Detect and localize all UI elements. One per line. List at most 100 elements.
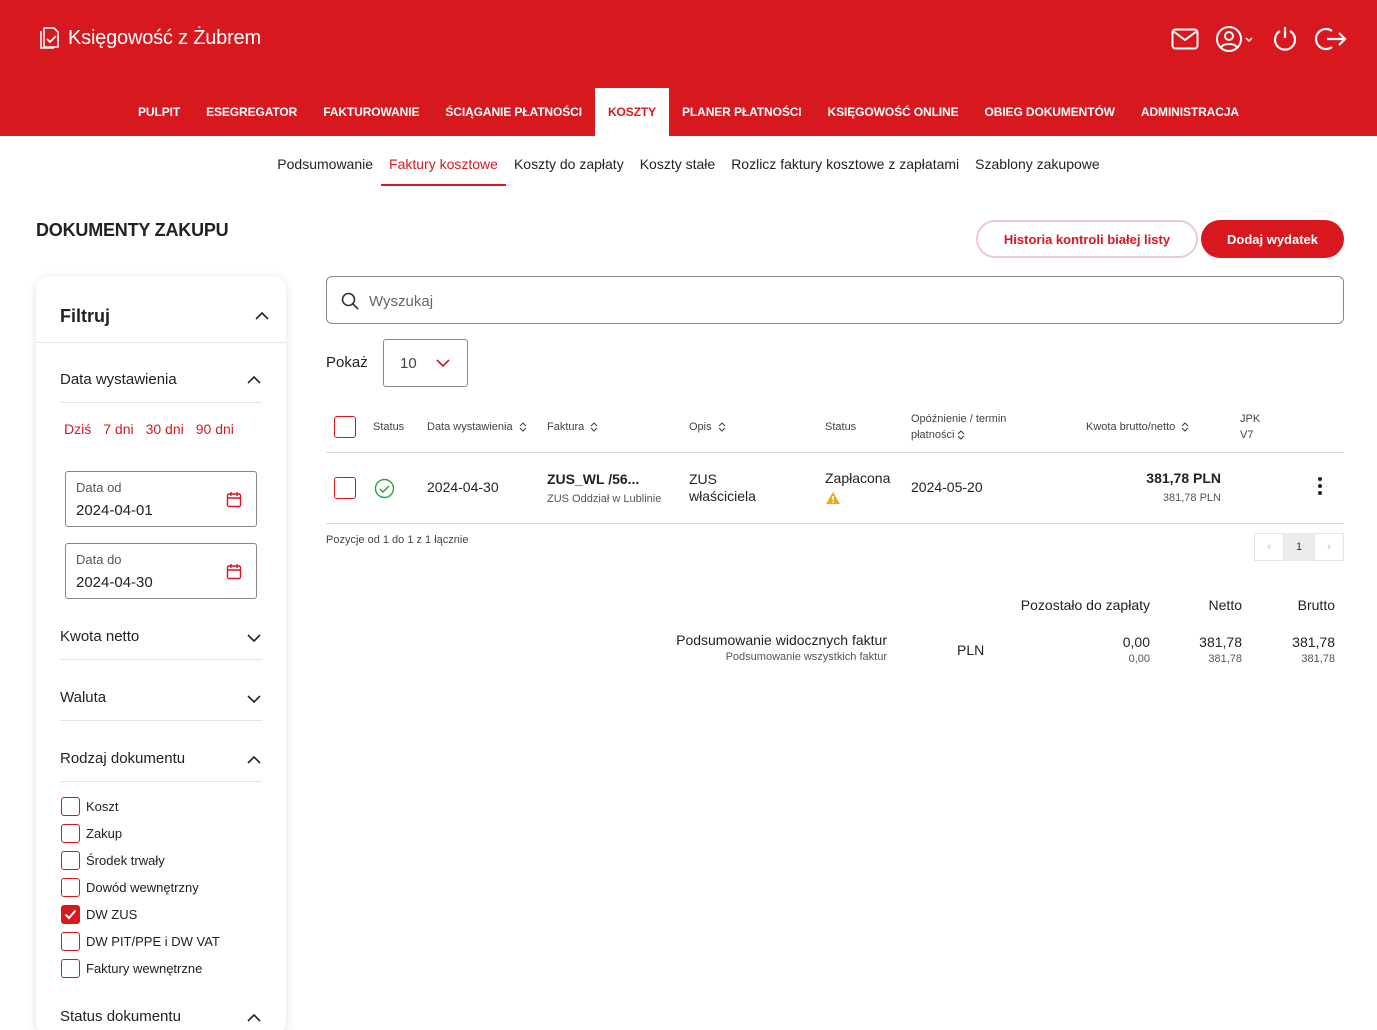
- checkbox[interactable]: [61, 932, 80, 951]
- search-input[interactable]: [369, 289, 1269, 313]
- date-from-value: 2024-04-01: [76, 502, 153, 519]
- sort-icon[interactable]: [1181, 421, 1189, 433]
- doctype-koszt[interactable]: Koszt: [61, 797, 119, 816]
- chevron-up-icon[interactable]: [246, 752, 262, 768]
- amount-section-header[interactable]: Kwota netto: [60, 622, 262, 660]
- summary-col-net: Netto: [1208, 597, 1242, 613]
- nav-sciaganie-platnosci[interactable]: ŚCIĄGANIE PŁATNOŚCI: [432, 88, 595, 136]
- doctype-srodek-trwaly[interactable]: Środek trwały: [61, 851, 165, 870]
- summary-all-label: Podsumowanie wszystkich faktur: [725, 651, 887, 663]
- quick-date-ranges: Dziś 7 dni 30 dni 90 dni: [64, 421, 234, 437]
- nav-planer-platnosci[interactable]: PLANER PŁATNOŚCI: [669, 88, 815, 136]
- mail-icon[interactable]: [1169, 24, 1201, 54]
- col-jpk: JPK V7: [1240, 411, 1260, 443]
- chevron-up-icon[interactable]: [246, 1010, 262, 1026]
- filter-panel: Filtruj Data wystawienia Dziś 7 dni 30 d…: [36, 276, 286, 1030]
- nav-administracja[interactable]: ADMINISTRACJA: [1128, 88, 1252, 136]
- logout-icon[interactable]: [1315, 24, 1347, 54]
- tab-podsumowanie[interactable]: Podsumowanie: [269, 150, 381, 186]
- page-button-1[interactable]: 1: [1284, 533, 1314, 561]
- tab-koszty-do-zaplaty[interactable]: Koszty do zapłaty: [506, 150, 632, 186]
- checkbox-label: Koszt: [86, 799, 119, 814]
- pagination-info: Pozycje od 1 do 1 z 1 łącznie: [326, 534, 469, 546]
- doctype-dw-zus[interactable]: DW ZUS: [61, 905, 137, 924]
- col-amount[interactable]: Kwota brutto/netto: [1086, 419, 1189, 435]
- doctype-faktury-wewnetrzne[interactable]: Faktury wewnętrzne: [61, 959, 202, 978]
- date-section-header[interactable]: Data wystawienia: [60, 364, 262, 403]
- row-date: 2024-04-30: [427, 479, 499, 495]
- row-issuer: ZUS Oddział w Lublinie: [547, 493, 662, 505]
- nav-pulpit[interactable]: PULPIT: [125, 88, 193, 136]
- warning-icon[interactable]: [825, 491, 841, 505]
- calendar-icon[interactable]: [226, 491, 242, 508]
- col-invoice[interactable]: Faktura: [547, 419, 598, 435]
- user-menu-icon[interactable]: [1215, 24, 1255, 54]
- nav-koszty[interactable]: KOSZTY: [594, 88, 670, 136]
- prev-page-button[interactable]: ‹: [1254, 533, 1284, 561]
- checkbox[interactable]: [61, 824, 80, 843]
- chevron-up-icon[interactable]: [254, 308, 270, 324]
- filter-header[interactable]: Filtruj: [36, 276, 286, 343]
- checkbox[interactable]: [61, 797, 80, 816]
- tab-koszty-stale[interactable]: Koszty stałe: [632, 150, 723, 186]
- col-date-label: Data wystawienia: [427, 421, 513, 433]
- chevron-up-icon[interactable]: [246, 372, 262, 388]
- quick-7-days[interactable]: 7 dni: [103, 421, 133, 437]
- next-page-button[interactable]: ›: [1314, 533, 1344, 561]
- page-size-select[interactable]: 10: [383, 339, 468, 387]
- app-logo[interactable]: Księgowość z Żubrem: [38, 25, 261, 51]
- checkbox-label: Środek trwały: [86, 853, 165, 868]
- checkbox[interactable]: [61, 905, 80, 924]
- checkbox[interactable]: [61, 878, 80, 897]
- row-status: Zapłacona: [825, 470, 891, 486]
- tab-szablony-zakupowe[interactable]: Szablony zakupowe: [967, 150, 1108, 186]
- divider: [326, 452, 1344, 453]
- date-to-field[interactable]: Data do 2024-04-30: [65, 543, 257, 599]
- nav-obieg-dokumentow[interactable]: OBIEG DOKUMENTÓW: [972, 88, 1128, 136]
- checkbox[interactable]: [61, 851, 80, 870]
- col-delay[interactable]: Opóźnienie / termin płatności: [911, 411, 1006, 443]
- quick-30-days[interactable]: 30 dni: [146, 421, 184, 437]
- status-section-header[interactable]: Status dokumentu: [60, 1002, 262, 1030]
- sort-icon[interactable]: [519, 421, 527, 433]
- summary-visible-net: 381,78: [1199, 634, 1242, 650]
- date-from-field[interactable]: Data od 2024-04-01: [65, 471, 257, 527]
- chevron-down-icon[interactable]: [246, 691, 262, 707]
- add-expense-button[interactable]: Dodaj wydatek: [1201, 220, 1344, 258]
- quick-90-days[interactable]: 90 dni: [196, 421, 234, 437]
- doctype-section-header[interactable]: Rodzaj dokumentu: [60, 744, 262, 782]
- quick-today[interactable]: Dziś: [64, 421, 91, 437]
- whitelist-history-button[interactable]: Historia kontroli białej listy: [976, 220, 1198, 258]
- select-all-checkbox[interactable]: [334, 416, 356, 438]
- row-checkbox[interactable]: [334, 477, 356, 499]
- more-vertical-icon[interactable]: [1316, 475, 1324, 497]
- col-jpk-label-2: V7: [1240, 429, 1254, 441]
- col-invoice-label: Faktura: [547, 421, 585, 433]
- tab-rozlicz-faktury[interactable]: Rozlicz faktury kosztowe z zapłatami: [723, 150, 967, 186]
- nav-esegregator[interactable]: ESEGREGATOR: [193, 88, 310, 136]
- power-icon[interactable]: [1269, 24, 1301, 54]
- doctype-dowod-wewnetrzny[interactable]: Dowód wewnętrzny: [61, 878, 199, 897]
- sort-icon[interactable]: [718, 421, 726, 433]
- nav-fakturowanie[interactable]: FAKTUROWANIE: [310, 88, 432, 136]
- checkbox[interactable]: [61, 959, 80, 978]
- sort-icon[interactable]: [590, 421, 598, 433]
- currency-section-header[interactable]: Waluta: [60, 683, 262, 721]
- amount-section-label: Kwota netto: [60, 628, 140, 645]
- summary-visible-gross: 381,78: [1292, 634, 1335, 650]
- row-desc-line-2: właściciela: [689, 488, 756, 504]
- doctype-zakup[interactable]: Zakup: [61, 824, 122, 843]
- row-invoice-number[interactable]: ZUS_WL /56...: [547, 471, 639, 487]
- col-date[interactable]: Data wystawienia: [427, 419, 527, 435]
- tab-faktury-kosztowe[interactable]: Faktury kosztowe: [381, 150, 506, 186]
- nav-ksiegowosc-online[interactable]: KSIĘGOWOŚĆ ONLINE: [815, 88, 972, 136]
- doctype-dw-pit[interactable]: DW PIT/PPE i DW VAT: [61, 932, 220, 951]
- checkbox-label: Dowód wewnętrzny: [86, 880, 199, 895]
- chevron-down-icon: [436, 359, 450, 368]
- sort-icon[interactable]: [957, 429, 965, 441]
- chevron-down-icon[interactable]: [246, 630, 262, 646]
- document-check-icon: [40, 27, 59, 49]
- col-desc[interactable]: Opis: [689, 419, 726, 435]
- search-box: [326, 276, 1344, 324]
- calendar-icon[interactable]: [226, 563, 242, 580]
